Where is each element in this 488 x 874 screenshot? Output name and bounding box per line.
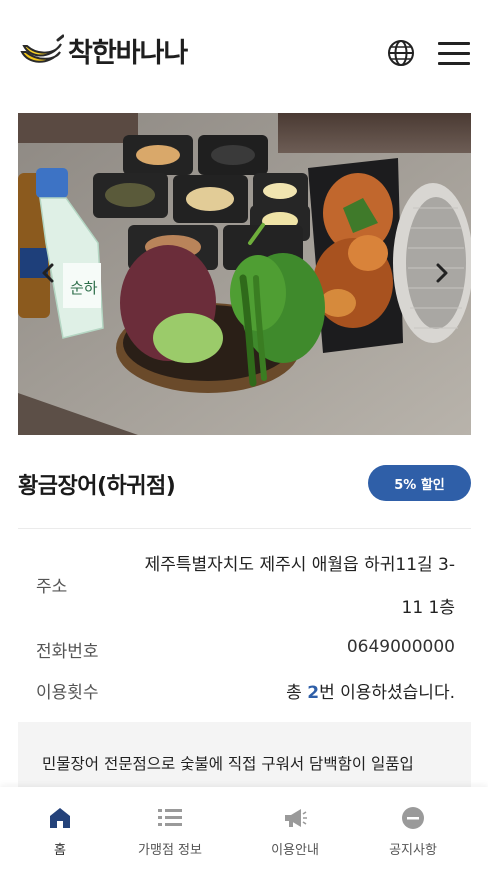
address-label: 주소 [36, 577, 68, 597]
visits-value: 총 2번 이용하셨습니다. [286, 678, 455, 703]
phone-label: 전화번호 [36, 642, 99, 662]
address-value-line1: 제주특별자치도 제주시 애월읍 하귀11길 3- [144, 555, 455, 575]
notice-icon [402, 807, 424, 829]
hamburger-menu-button[interactable] [438, 40, 470, 66]
divider [18, 528, 471, 529]
store-description: 민물장어 전문점으로 숯불에 직접 구워서 담백함이 일품입 [42, 755, 414, 773]
visits-prefix: 총 [286, 683, 308, 703]
language-button[interactable] [386, 38, 416, 68]
globe-icon [388, 40, 414, 66]
brand-logo[interactable]: 착한바나나 [18, 30, 188, 70]
nav-label-guide: 이용안내 [271, 843, 319, 858]
phone-value[interactable]: 0649000000 [347, 637, 455, 657]
nav-item-guide[interactable]: 이용안내 [240, 787, 350, 874]
nav-item-notice[interactable]: 공지사항 [358, 787, 468, 874]
nav-label-notice: 공지사항 [389, 843, 437, 858]
hamburger-menu-icon [438, 42, 470, 45]
nav-item-home[interactable]: 홈 [5, 787, 115, 874]
store-photo-carousel[interactable]: 순하 [18, 113, 471, 435]
home-icon [50, 808, 70, 828]
chevron-right-icon [436, 263, 448, 283]
visits-label: 이용횟수 [36, 683, 99, 703]
bottle-label-text: 순하 [70, 279, 98, 297]
hamburger-line [438, 52, 470, 55]
carousel-next-button[interactable] [430, 261, 454, 285]
visits-suffix: 번 이용하셨습니다. [319, 683, 455, 703]
brand-name: 착한바나나 [68, 37, 188, 69]
banana-logo-icon [20, 34, 64, 63]
nav-item-stores[interactable]: 가맹점 정보 [115, 787, 225, 874]
address-value-line2: 11 1층 [401, 598, 456, 618]
nav-label-stores: 가맹점 정보 [138, 843, 202, 858]
list-icon [158, 809, 182, 826]
discount-badge: 5% 할인 [368, 465, 471, 501]
bottom-navigation: 홈 가맹점 정보 이용안내 공지사항 [0, 787, 488, 874]
nav-label-home: 홈 [54, 843, 66, 858]
app-header: 착한바나나 [0, 0, 488, 105]
store-name: 황금장어(하귀점) [18, 474, 176, 499]
visits-count: 2 [307, 683, 320, 703]
carousel-prev-button[interactable] [36, 261, 60, 285]
megaphone-icon [285, 809, 307, 827]
hamburger-line [438, 62, 470, 65]
chevron-left-icon [42, 263, 54, 283]
food-photo: 순하 [18, 113, 471, 435]
